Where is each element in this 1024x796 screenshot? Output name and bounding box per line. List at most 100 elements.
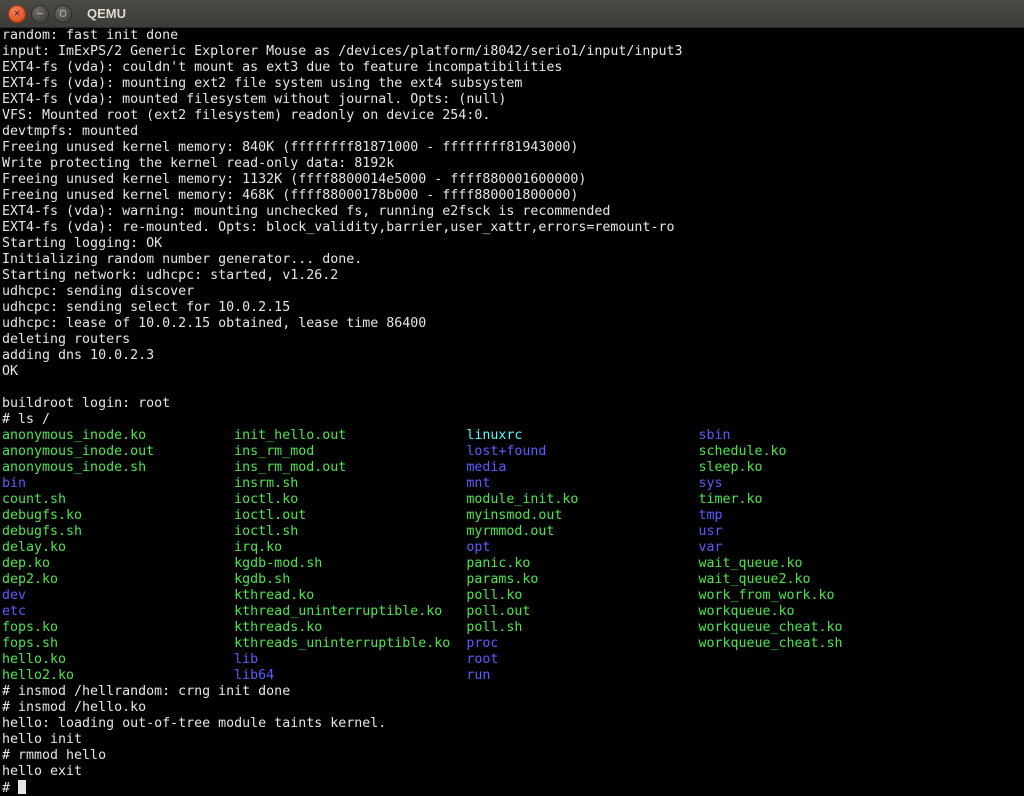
- ls-output-row: bininsrm.shmntsys: [2, 476, 1024, 492]
- file-entry: opt: [466, 540, 698, 556]
- file-entry: delay.ko: [2, 540, 234, 556]
- terminal-line: udhcpc: sending discover: [2, 284, 1024, 300]
- terminal-prompt-line: # ls /: [2, 412, 1024, 428]
- terminal-screen[interactable]: random: fast init doneinput: ImExPS/2 Ge…: [0, 28, 1024, 796]
- titlebar[interactable]: ✕ – ▢ QEMU: [0, 0, 1024, 28]
- ls-output-row: hello.kolibroot: [2, 652, 1024, 668]
- file-entry: init_hello.out: [234, 428, 466, 444]
- file-entry: linuxrc: [466, 428, 698, 444]
- file-entry: sys: [698, 476, 930, 492]
- file-entry: anonymous_inode.out: [2, 444, 234, 460]
- close-button[interactable]: ✕: [8, 5, 26, 23]
- file-entry: workqueue_cheat.sh: [698, 636, 930, 652]
- file-entry: tmp: [698, 508, 930, 524]
- terminal-line: EXT4-fs (vda): couldn't mount as ext3 du…: [2, 60, 1024, 76]
- ls-output-row: anonymous_inode.shins_rm_mod.outmediasle…: [2, 460, 1024, 476]
- file-entry: timer.ko: [698, 492, 930, 508]
- ls-output-row: count.shioctl.komodule_init.kotimer.ko: [2, 492, 1024, 508]
- file-entry: root: [466, 652, 698, 668]
- qemu-window: ✕ – ▢ QEMU random: fast init doneinput: …: [0, 0, 1024, 796]
- file-entry: hello.ko: [2, 652, 234, 668]
- file-entry: wait_queue2.ko: [698, 572, 930, 588]
- file-entry: ins_rm_mod: [234, 444, 466, 460]
- file-entry: kthreads_uninterruptible.ko: [234, 636, 466, 652]
- terminal-line: VFS: Mounted root (ext2 filesystem) read…: [2, 108, 1024, 124]
- file-entry: ioctl.out: [234, 508, 466, 524]
- file-entry: run: [466, 668, 698, 684]
- terminal-line: devtmpfs: mounted: [2, 124, 1024, 140]
- file-entry: irq.ko: [234, 540, 466, 556]
- file-entry: ins_rm_mod.out: [234, 460, 466, 476]
- ls-output-row: devkthread.kopoll.kowork_from_work.ko: [2, 588, 1024, 604]
- file-entry: module_init.ko: [466, 492, 698, 508]
- terminal-line: deleting routers: [2, 332, 1024, 348]
- ls-output-row: fops.kokthreads.kopoll.shworkqueue_cheat…: [2, 620, 1024, 636]
- terminal-line: udhcpc: lease of 10.0.2.15 obtained, lea…: [2, 316, 1024, 332]
- close-icon: ✕: [14, 9, 20, 19]
- ls-output-row: anonymous_inode.outins_rm_modlost+founds…: [2, 444, 1024, 460]
- terminal-line: [2, 380, 1024, 396]
- terminal-line: EXT4-fs (vda): mounting ext2 file system…: [2, 76, 1024, 92]
- ls-output-row: dep.kokgdb-mod.shpanic.kowait_queue.ko: [2, 556, 1024, 572]
- file-entry: kthread_uninterruptible.ko: [234, 604, 466, 620]
- file-entry: sleep.ko: [698, 460, 930, 476]
- file-entry: poll.sh: [466, 620, 698, 636]
- file-entry: fops.sh: [2, 636, 234, 652]
- ls-output-row: delay.koirq.kooptvar: [2, 540, 1024, 556]
- terminal-line: Freeing unused kernel memory: 468K (ffff…: [2, 188, 1024, 204]
- file-entry: anonymous_inode.sh: [2, 460, 234, 476]
- file-entry: lib: [234, 652, 466, 668]
- file-entry: myinsmod.out: [466, 508, 698, 524]
- ls-output-row: anonymous_inode.koinit_hello.outlinuxrcs…: [2, 428, 1024, 444]
- terminal-line: hello: loading out-of-tree module taints…: [2, 716, 1024, 732]
- terminal-line: # rmmod hello: [2, 748, 1024, 764]
- terminal-line: # insmod /hello.ko: [2, 700, 1024, 716]
- minimize-button[interactable]: –: [31, 5, 49, 23]
- terminal-line: Starting logging: OK: [2, 236, 1024, 252]
- file-entry: schedule.ko: [698, 444, 930, 460]
- terminal-line: adding dns 10.0.2.3: [2, 348, 1024, 364]
- file-entry: media: [466, 460, 698, 476]
- file-entry: panic.ko: [466, 556, 698, 572]
- file-entry: workqueue.ko: [698, 604, 930, 620]
- terminal-line: random: fast init done: [2, 28, 1024, 44]
- file-entry: mnt: [466, 476, 698, 492]
- terminal-line: hello exit: [2, 764, 1024, 780]
- file-entry: kthread.ko: [234, 588, 466, 604]
- file-entry: myrmmod.out: [466, 524, 698, 540]
- file-entry: params.ko: [466, 572, 698, 588]
- terminal-cursor: [18, 780, 26, 794]
- file-entry: workqueue_cheat.ko: [698, 620, 930, 636]
- file-entry: kgdb.sh: [234, 572, 466, 588]
- file-entry: debugfs.ko: [2, 508, 234, 524]
- maximize-button[interactable]: ▢: [54, 5, 72, 23]
- ls-output-row: fops.shkthreads_uninterruptible.koprocwo…: [2, 636, 1024, 652]
- file-entry: etc: [2, 604, 234, 620]
- file-entry: dev: [2, 588, 234, 604]
- file-entry: hello2.ko: [2, 668, 234, 684]
- minimize-icon: –: [37, 9, 43, 19]
- file-entry: lib64: [234, 668, 466, 684]
- file-entry: ioctl.ko: [234, 492, 466, 508]
- file-entry: proc: [466, 636, 698, 652]
- file-entry: debugfs.sh: [2, 524, 234, 540]
- file-entry: kthreads.ko: [234, 620, 466, 636]
- file-entry: work_from_work.ko: [698, 588, 930, 604]
- terminal-line: EXT4-fs (vda): warning: mounting uncheck…: [2, 204, 1024, 220]
- file-entry: ioctl.sh: [234, 524, 466, 540]
- file-entry: count.sh: [2, 492, 234, 508]
- ls-output-row: debugfs.koioctl.outmyinsmod.outtmp: [2, 508, 1024, 524]
- window-title: QEMU: [87, 6, 126, 21]
- ls-output-row: hello2.kolib64run: [2, 668, 1024, 684]
- terminal-line: EXT4-fs (vda): mounted filesystem withou…: [2, 92, 1024, 108]
- file-entry: sbin: [698, 428, 930, 444]
- terminal-line: Starting network: udhcpc: started, v1.26…: [2, 268, 1024, 284]
- file-entry: kgdb-mod.sh: [234, 556, 466, 572]
- terminal-line: Write protecting the kernel read-only da…: [2, 156, 1024, 172]
- terminal-line: # insmod /hellrandom: crng init done: [2, 684, 1024, 700]
- file-entry: lost+found: [466, 444, 698, 460]
- terminal-line: input: ImExPS/2 Generic Explorer Mouse a…: [2, 44, 1024, 60]
- terminal-line: EXT4-fs (vda): re-mounted. Opts: block_v…: [2, 220, 1024, 236]
- terminal-line: udhcpc: sending select for 10.0.2.15: [2, 300, 1024, 316]
- ls-output-row: etckthread_uninterruptible.kopoll.outwor…: [2, 604, 1024, 620]
